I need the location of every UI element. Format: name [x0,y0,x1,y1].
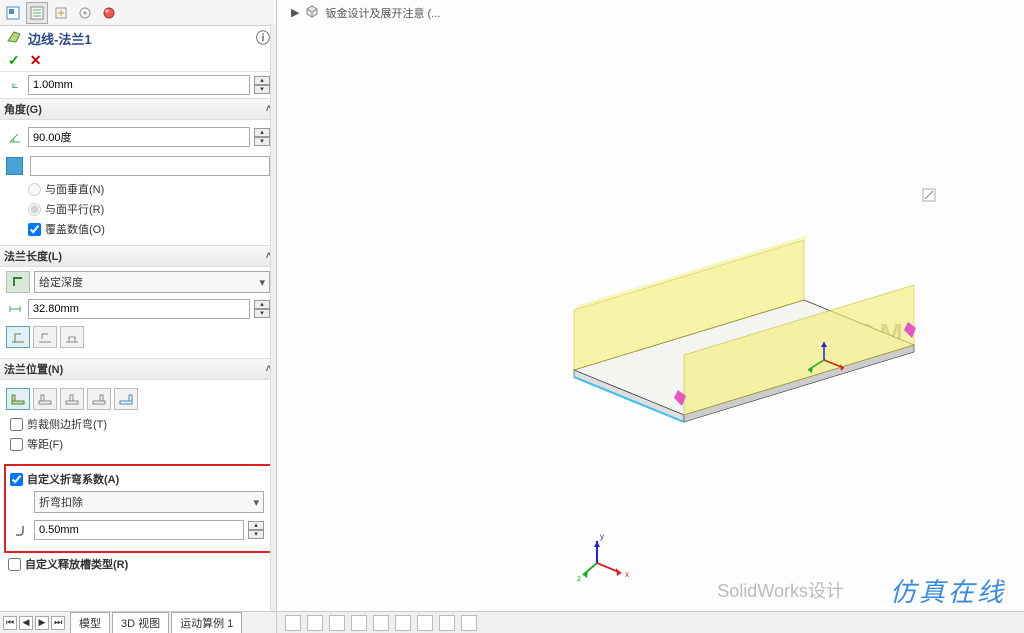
check-offset[interactable]: 等距(F) [6,434,270,454]
bend-type-dropdown[interactable]: 折弯扣除 ▾ [34,491,264,513]
pos-4[interactable] [87,388,111,410]
tool-5[interactable] [373,615,389,631]
section-angle[interactable]: 角度(G) ˄ [0,98,276,120]
length-spinner[interactable]: ▴▾ [254,300,270,318]
tab-model[interactable]: 模型 [70,612,110,633]
tool-6[interactable] [395,615,411,631]
edge-flange-icon [6,29,22,48]
tool-2[interactable] [307,615,323,631]
pos-3[interactable] [60,388,84,410]
section-flange-length[interactable]: 法兰长度(L) ˄ [0,245,276,267]
cancel-button[interactable]: ✕ [30,52,42,69]
flange-position-label: 法兰位置(N) [4,361,63,377]
svg-text:z: z [577,574,581,583]
check-custom-relief[interactable]: 自定义释放槽类型(R) [0,553,276,573]
length-type-dropdown[interactable]: 给定深度 ▾ [34,271,270,293]
flange-length-label: 法兰长度(L) [4,248,62,264]
angle-icon [6,128,24,146]
check-trim-side[interactable]: 剪裁侧边折弯(T) [6,414,270,434]
radio-perpendicular[interactable]: 与面垂直(N) [6,179,270,199]
watermark-brand: 仿真在线 [890,572,1006,609]
tab-config-manager[interactable] [50,2,72,24]
tool-9[interactable] [461,615,477,631]
breadcrumb-arrow-icon: ▶ [291,6,299,19]
angle-input[interactable] [28,127,250,147]
panel-scrollbar[interactable] [270,24,276,611]
length-input[interactable] [28,299,250,319]
3d-viewport[interactable]: ▶ 钣金设计及展开注意 (... 1CAE.COM [277,0,1024,633]
nav-first-icon[interactable]: ⏮ [3,616,17,630]
nav-last-icon[interactable]: ⏭ [51,616,65,630]
tool-1[interactable] [285,615,301,631]
bend-deduction-icon [12,521,30,539]
breadcrumb-label: 钣金设计及展开注意 (... [325,5,440,21]
tool-3[interactable] [329,615,345,631]
check-override[interactable]: 覆盖数值(O) [6,219,270,239]
check-custom-bend[interactable]: 自定义折弯系数(A) [10,469,266,489]
face-select-box[interactable] [30,156,270,176]
dropdown-arrow-icon: ▾ [259,276,265,289]
tab-property-manager[interactable] [26,2,48,24]
radius-input[interactable] [28,75,250,95]
tab-motion-study[interactable]: 运动算例 1 [171,612,242,633]
blind-icon [6,271,30,293]
status-toolbar [277,611,1024,633]
face-select-icon[interactable] [6,157,23,175]
tab-appearance[interactable] [98,2,120,24]
tab-dimxpert[interactable] [74,2,96,24]
tool-4[interactable] [351,615,367,631]
pos-2[interactable] [33,388,57,410]
dropdown-arrow-icon: ▾ [253,496,259,509]
bend-value-input[interactable] [34,520,244,540]
origin-triad: x z y [577,523,637,583]
tab-feature-tree[interactable] [2,2,24,24]
angle-spinner[interactable]: ▴▾ [254,128,270,146]
section-flange-position[interactable]: 法兰位置(N) ˄ [0,358,276,380]
part-icon [305,4,319,21]
radius-spinner[interactable]: ▴▾ [254,76,270,94]
length-ref-1[interactable] [6,326,30,348]
length-ref-2[interactable] [33,326,57,348]
tool-7[interactable] [417,615,433,631]
bend-allowance-highlight: 自定义折弯系数(A) 折弯扣除 ▾ ▴▾ [4,464,272,553]
nav-prev-icon[interactable]: ◀ [19,616,33,630]
distance-icon [6,300,24,318]
tab-3d-view[interactable]: 3D 视图 [112,612,169,633]
radio-parallel[interactable]: 与面平行(R) [6,199,270,219]
help-icon[interactable]: ⓘ [256,28,270,48]
3d-model [524,150,944,430]
length-ref-3[interactable] [60,326,84,348]
feature-title: 边线-法兰1 [28,29,92,48]
tool-8[interactable] [439,615,455,631]
tab-nav-controls[interactable]: ⏮ ◀ ▶ ⏭ [0,616,68,630]
svg-text:y: y [600,532,604,541]
bend-spinner[interactable]: ▴▾ [248,521,264,539]
nav-next-icon[interactable]: ▶ [35,616,49,630]
breadcrumb[interactable]: ▶ 钣金设计及展开注意 (... [291,4,440,21]
angle-header-label: 角度(G) [4,101,42,117]
ok-button[interactable]: ✓ [8,52,20,69]
feature-manager-tabs[interactable] [0,0,276,26]
length-icon: ⟀ [6,76,24,94]
svg-text:x: x [625,570,629,579]
pos-5[interactable] [114,388,138,410]
solidworks-watermark: SolidWorks设计 [717,577,844,603]
pos-1[interactable] [6,388,30,410]
